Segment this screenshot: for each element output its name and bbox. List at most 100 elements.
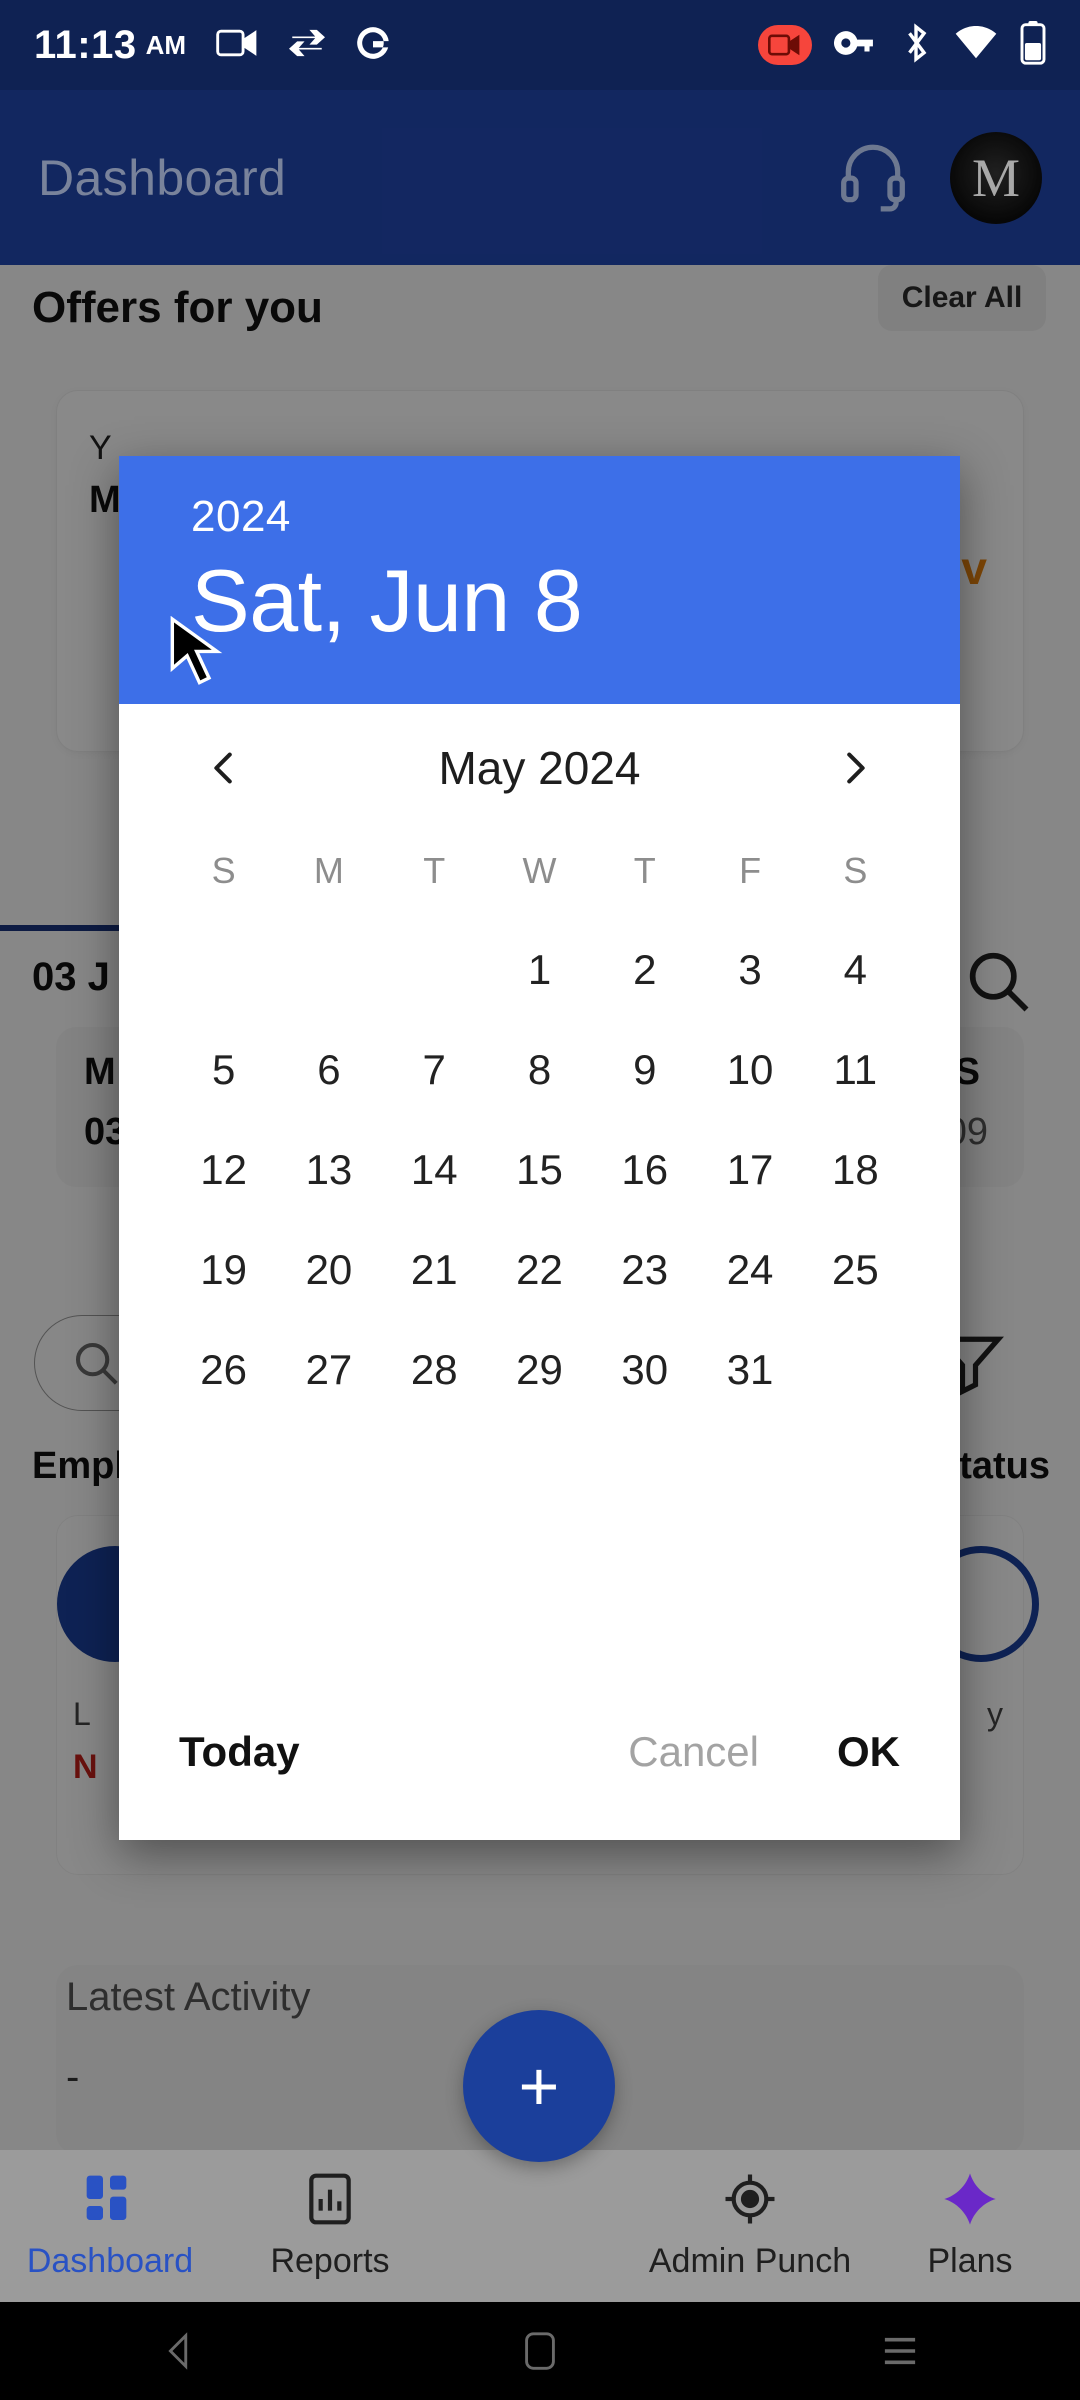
google-g-icon <box>354 24 392 67</box>
nav-label-dashboard: Dashboard <box>26 2242 194 2280</box>
latest-activity-label: Latest Activity <box>66 1975 311 2019</box>
clear-all-button[interactable]: Clear All <box>878 265 1046 331</box>
target-punch-icon <box>722 2171 778 2232</box>
calendar-day-blank <box>276 920 381 1020</box>
chevron-right-icon[interactable] <box>820 733 890 803</box>
calendar-day-28[interactable]: 28 <box>382 1320 487 1420</box>
calendar-day-10[interactable]: 10 <box>697 1020 802 1120</box>
employee-card-status: N <box>73 1748 98 1786</box>
dashboard-grid-icon <box>82 2171 138 2232</box>
avatar[interactable]: M <box>950 131 1042 224</box>
bottom-navigation: Dashboard Reports Admin Punch Plans <box>0 2150 1080 2302</box>
calendar-day-22[interactable]: 22 <box>487 1220 592 1320</box>
weekday-label-6: S <box>843 850 868 891</box>
calendar-day-3[interactable]: 3 <box>697 920 802 1020</box>
calendar-day-25[interactable]: 25 <box>803 1220 908 1320</box>
tab-underline <box>0 925 120 931</box>
calendar-day-27[interactable]: 27 <box>276 1320 381 1420</box>
calendar-day-12[interactable]: 12 <box>171 1120 276 1220</box>
weekday-label-0: S <box>211 850 236 891</box>
calendar-day-23[interactable]: 23 <box>592 1220 697 1320</box>
date-picker-header: 2024 Sat, Jun 8 <box>119 456 960 704</box>
calendar-day-29[interactable]: 29 <box>487 1320 592 1420</box>
status-bar: 11:13 AM <box>0 0 1080 90</box>
calendar-day-20[interactable]: 20 <box>276 1220 381 1320</box>
search-icon[interactable] <box>960 943 1036 1024</box>
calendar-day-5[interactable]: 5 <box>171 1020 276 1120</box>
weekday-label-5: F <box>739 850 762 891</box>
employee-card-label: L <box>73 1696 91 1732</box>
weekday-label-2: T <box>423 850 446 891</box>
calendar-day-8[interactable]: 8 <box>487 1020 592 1120</box>
calendar-day-18[interactable]: 18 <box>803 1120 908 1220</box>
calendar-day-blank <box>171 920 276 1020</box>
nav-item-admin-punch[interactable]: Admin Punch <box>640 2171 860 2281</box>
calendar-day-30[interactable]: 30 <box>592 1320 697 1420</box>
app-bar: Dashboard M <box>0 90 1080 265</box>
calendar-day-17[interactable]: 17 <box>697 1120 802 1220</box>
status-bar-clock: 11:13 <box>34 22 137 67</box>
stat-month: M <box>84 1051 116 1093</box>
calendar-day-11[interactable]: 11 <box>803 1020 908 1120</box>
date-picker-selected-date[interactable]: Sat, Jun 8 <box>191 550 888 652</box>
back-triangle-icon[interactable] <box>0 2328 360 2374</box>
calendar-day-14[interactable]: 14 <box>382 1120 487 1220</box>
weekday-label-4: T <box>633 850 656 891</box>
calendar-day-9[interactable]: 9 <box>592 1020 697 1120</box>
system-navigation-bar <box>0 2302 1080 2400</box>
calendar-day-7[interactable]: 7 <box>382 1020 487 1120</box>
calendar-day-6[interactable]: 6 <box>276 1020 381 1120</box>
headset-support-icon[interactable] <box>836 138 910 217</box>
calendar-days-grid[interactable]: 1 2 3 4 5 6 7 8 9 10 11 12 13 14 15 16 17 18 19 20 21 22 23 24 2… <box>171 920 908 1420</box>
add-fab-button[interactable]: + <box>463 2010 615 2162</box>
screen-record-icon <box>758 25 812 65</box>
nav-label-reports: Reports <box>270 2242 390 2280</box>
calendar-day-19[interactable]: 19 <box>171 1220 276 1320</box>
search-icon <box>75 1342 118 1385</box>
avatar-letter: M <box>971 147 1020 208</box>
month-label[interactable]: May 2024 <box>438 741 640 795</box>
chevron-left-icon[interactable] <box>189 733 259 803</box>
date-picker-actions: Today Cancel OK <box>119 1664 960 1840</box>
home-square-icon[interactable] <box>360 2328 720 2374</box>
ok-button[interactable]: OK <box>837 1728 900 1776</box>
date-picker-year[interactable]: 2024 <box>191 492 888 542</box>
calendar-day-21[interactable]: 21 <box>382 1220 487 1320</box>
calendar-day-13[interactable]: 13 <box>276 1120 381 1220</box>
offer-card-arrow: v <box>961 542 987 594</box>
page-title: Dashboard <box>38 149 287 206</box>
cancel-button[interactable]: Cancel <box>628 1728 759 1776</box>
nav-item-dashboard[interactable]: Dashboard <box>0 2171 220 2281</box>
column-header-status: tatus <box>959 1445 1050 1487</box>
today-button[interactable]: Today <box>179 1728 300 1776</box>
reports-chart-icon <box>302 2171 358 2232</box>
nav-item-plans[interactable]: Plans <box>860 2171 1080 2281</box>
weekday-label-1: M <box>313 850 344 891</box>
date-picker-dialog[interactable]: 2024 Sat, Jun 8 May 2024 SMTWTFS 1234567… <box>119 456 960 1840</box>
latest-activity-value: - <box>66 2055 80 2099</box>
bluetooth-icon <box>900 22 932 69</box>
calendar-day-24[interactable]: 24 <box>697 1220 802 1320</box>
nav-item-reports[interactable]: Reports <box>220 2171 440 2281</box>
month-navigation: May 2024 <box>171 704 908 832</box>
status-bar-ampm: AM <box>145 29 187 60</box>
vpn-swap-icon <box>286 25 328 66</box>
calendar-day-2[interactable]: 2 <box>592 920 697 1020</box>
weekday-header-row: SMTWTFS <box>171 836 908 906</box>
calendar-day-15[interactable]: 15 <box>487 1120 592 1220</box>
calendar-day-26[interactable]: 26 <box>171 1320 276 1420</box>
calendar-day-1[interactable]: 1 <box>487 920 592 1020</box>
selected-date-label: 03 J <box>32 955 110 999</box>
date-picker-body: May 2024 SMTWTFS 1 2 3 4 5 6 7 8 9 10 11 12 13 14 15 16… <box>119 704 960 1420</box>
plans-diamond-icon <box>942 2171 998 2232</box>
nav-label-plans: Plans <box>927 2242 1013 2280</box>
calendar-day-4[interactable]: 4 <box>803 920 908 1020</box>
recents-menu-icon[interactable] <box>720 2334 1080 2368</box>
employee-card-right-label: y <box>987 1696 1003 1732</box>
calendar-day-blank <box>382 920 487 1020</box>
calendar-day-31[interactable]: 31 <box>697 1320 802 1420</box>
calendar-day-16[interactable]: 16 <box>592 1120 697 1220</box>
offer-card-line2: M <box>89 479 121 521</box>
offers-title: Offers for you <box>32 283 323 332</box>
wifi-icon <box>954 25 998 65</box>
